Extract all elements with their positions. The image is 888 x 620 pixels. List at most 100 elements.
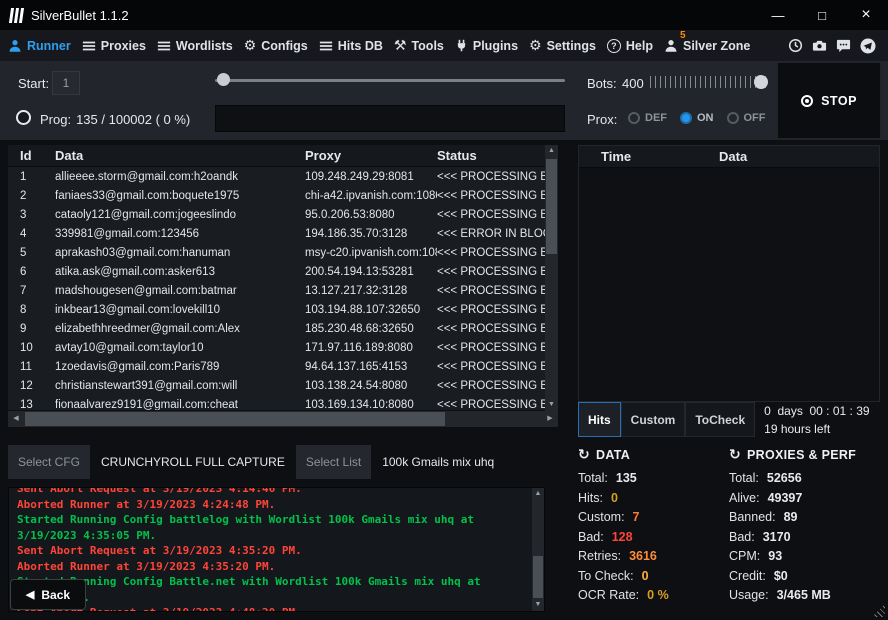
cell-data: fionaalvarez9191@gmail.com:cheat (55, 399, 305, 411)
column-header-time[interactable]: Time (601, 149, 719, 164)
nav-item-wordlists[interactable]: Wordlists (157, 39, 233, 53)
camera-icon[interactable] (812, 38, 827, 53)
log-scrollbar[interactable]: ▲ ▼ (532, 488, 544, 611)
results-vertical-scrollbar[interactable]: ▲ ▼ (545, 145, 558, 411)
monitor-tabs: HitsCustomToCheck (578, 402, 755, 437)
column-header-status[interactable]: Status (437, 148, 545, 163)
scroll-right-icon[interactable]: ▶ (542, 411, 558, 427)
table-row[interactable]: 7madshougesen@gmail.com:batmar13.127.217… (8, 281, 545, 300)
app-logo-icon (10, 7, 23, 23)
table-row[interactable]: 3cataoly121@gmail.com:jogeeslindo95.0.20… (8, 205, 545, 224)
column-header-data[interactable]: Data (719, 149, 879, 164)
nav-item-help[interactable]: ?Help (607, 39, 653, 53)
cell-data: elizabethhreedmer@gmail.com:Alex (55, 323, 305, 335)
prox-option-on[interactable]: ON (680, 112, 714, 124)
prox-option-off[interactable]: OFF (727, 112, 766, 124)
table-row[interactable]: 10avtay10@gmail.com:taylor10171.97.116.1… (8, 338, 545, 357)
start-input[interactable] (52, 71, 80, 95)
nav-item-proxies[interactable]: Proxies (82, 39, 146, 53)
hits-monitor: Time Data (578, 145, 880, 402)
maximize-button[interactable]: □ (800, 0, 844, 30)
column-header-proxy[interactable]: Proxy (305, 148, 437, 163)
cell-proxy: chi-a42.ipvanish.com:1080 (305, 190, 437, 202)
cell-status: <<< PROCESSING BLOCK (437, 190, 545, 202)
results-horizontal-scrollbar[interactable]: ◀ ▶ (8, 411, 558, 427)
cell-proxy: 185.230.48.68:32650 (305, 323, 437, 335)
start-label: Start: (18, 76, 49, 91)
cell-proxy: 95.0.206.53:8080 (305, 209, 437, 221)
nav-item-tools[interactable]: ⚒Tools (394, 39, 444, 53)
history-icon[interactable] (788, 38, 803, 53)
nav-item-configs[interactable]: ⚙Configs (244, 39, 308, 53)
cell-proxy: 94.64.137.165:4153 (305, 361, 437, 373)
elapsed-time: 0 days 00 : 01 : 39 (764, 402, 869, 420)
close-button[interactable]: × (844, 0, 888, 30)
scrollbar-thumb[interactable] (533, 556, 543, 598)
stat-label: Hits: (578, 489, 603, 509)
radio-icon (727, 112, 739, 124)
stat-label: Usage: (729, 586, 769, 606)
plug-icon (455, 39, 468, 52)
table-row[interactable]: 9elizabethhreedmer@gmail.com:Alex185.230… (8, 319, 545, 338)
scroll-up-icon[interactable]: ▲ (545, 145, 558, 157)
notification-badge: 5 (680, 30, 686, 41)
slider-thumb[interactable] (217, 73, 230, 86)
tab-tocheck[interactable]: ToCheck (685, 402, 755, 437)
telegram-icon[interactable] (860, 38, 876, 54)
cell-id: 12 (20, 380, 55, 392)
scrollbar-thumb[interactable] (25, 412, 445, 426)
cell-status: <<< PROCESSING BLOCK (437, 323, 545, 335)
stat-label: Total: (578, 469, 608, 489)
stat-usage: Usage:3/465 MB (729, 586, 880, 606)
scroll-up-icon[interactable]: ▲ (532, 488, 544, 500)
list-icon (82, 39, 96, 53)
nav-item-runner[interactable]: Runner (8, 39, 71, 53)
back-button[interactable]: ◀ Back (10, 579, 86, 610)
table-row[interactable]: 6atika.ask@gmail.com:asker613200.54.194.… (8, 262, 545, 281)
chat-icon[interactable] (836, 38, 851, 53)
start-slider[interactable] (215, 73, 565, 87)
progress-radio-icon[interactable] (16, 110, 31, 125)
stat-label: Custom: (578, 508, 625, 528)
table-row[interactable]: 5aprakash03@gmail.com:hanumanmsy-c20.ipv… (8, 243, 545, 262)
table-row[interactable]: 111zoedavis@gmail.com:Paris78994.64.137.… (8, 357, 545, 376)
scrollbar-thumb[interactable] (546, 159, 557, 254)
bots-slider[interactable] (650, 71, 770, 93)
nav-item-plugins[interactable]: Plugins (455, 39, 518, 53)
table-row[interactable]: 8inkbear13@gmail.com:lovekill10103.194.8… (8, 300, 545, 319)
table-row[interactable]: 13fionaalvarez9191@gmail.com:cheat103.16… (8, 395, 545, 410)
cell-data: faniaes33@gmail.com:boquete1975 (55, 190, 305, 202)
scroll-down-icon[interactable]: ▼ (545, 399, 558, 411)
resize-grip[interactable] (872, 604, 885, 617)
scroll-left-icon[interactable]: ◀ (8, 411, 24, 427)
select-cfg-button[interactable]: Select CFG (8, 445, 90, 479)
nav-item-silver-zone[interactable]: Silver Zone5 (664, 39, 750, 53)
prox-option-def[interactable]: DEF (628, 112, 667, 124)
stop-button[interactable]: STOP (777, 62, 881, 139)
minimize-button[interactable]: — (756, 0, 800, 30)
nav-item-hits-db[interactable]: Hits DB (319, 39, 383, 53)
column-header-id[interactable]: Id (20, 148, 55, 163)
stat-value: $0 (774, 567, 788, 587)
table-row[interactable]: 1allieeee.storm@gmail.com:h2oandk109.248… (8, 167, 545, 186)
wordlist-name: 100k Gmails mix uhq (382, 455, 494, 469)
tab-custom[interactable]: Custom (621, 402, 686, 437)
column-header-data[interactable]: Data (55, 148, 305, 163)
scroll-down-icon[interactable]: ▼ (532, 599, 544, 611)
data-stats: ↻ DATA Total:135Hits:0Custom:7Bad:128Ret… (578, 444, 729, 606)
cell-data: inkbear13@gmail.com:lovekill10 (55, 304, 305, 316)
select-list-button[interactable]: Select List (296, 445, 371, 479)
nav-item-settings[interactable]: ⚙Settings (529, 39, 596, 53)
stat-value: 89 (784, 508, 798, 528)
monitor-header: Time Data (579, 146, 879, 168)
cell-status: <<< PROCESSING BLOCK (437, 399, 545, 411)
bots-slider-thumb[interactable] (754, 75, 768, 89)
table-row[interactable]: 12christianstewart391@gmail.com:will103.… (8, 376, 545, 395)
stat-label: Total: (729, 469, 759, 489)
table-row[interactable]: 4339981@gmail.com:123456194.186.35.70:31… (8, 224, 545, 243)
cell-id: 6 (20, 266, 55, 278)
cell-data: atika.ask@gmail.com:asker613 (55, 266, 305, 278)
proxy-stats-header: ↻ PROXIES & PERF (729, 444, 880, 466)
tab-hits[interactable]: Hits (578, 402, 621, 437)
table-row[interactable]: 2faniaes33@gmail.com:boquete1975chi-a42.… (8, 186, 545, 205)
